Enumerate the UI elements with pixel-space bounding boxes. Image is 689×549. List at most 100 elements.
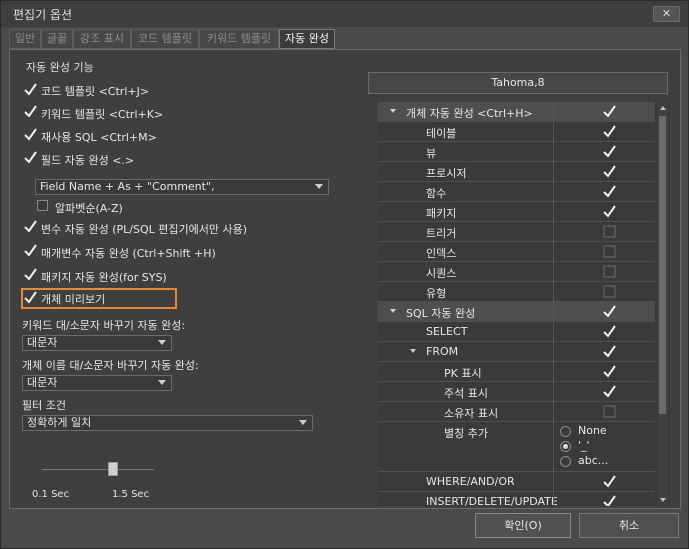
- scroll-up-icon[interactable]: [660, 106, 666, 110]
- tab-autocomplete[interactable]: 자동 완성: [279, 29, 335, 49]
- reuse-sql-checkbox[interactable]: [24, 128, 37, 141]
- cancel-button[interactable]: 취소: [579, 513, 679, 538]
- object-preview-checkbox[interactable]: [24, 291, 37, 304]
- column-divider: [553, 302, 554, 322]
- column-divider: [553, 102, 554, 122]
- tree-row[interactable]: 인덱스: [378, 242, 655, 262]
- unchecked-checkbox[interactable]: [603, 225, 616, 238]
- alphabetical-checkbox[interactable]: [37, 200, 48, 211]
- object-case-select[interactable]: 대문자: [22, 375, 172, 391]
- checked-checkbox[interactable]: [603, 495, 616, 506]
- tree-scrollbar[interactable]: [658, 102, 668, 506]
- tree-row[interactable]: 주석 표시: [378, 382, 655, 402]
- expand-toggle-icon[interactable]: [390, 309, 396, 313]
- tree-row[interactable]: FROM: [378, 342, 655, 362]
- field-format-select[interactable]: Field Name + As + "Comment",: [35, 179, 329, 195]
- close-button[interactable]: ✕: [653, 6, 680, 22]
- expand-toggle-icon[interactable]: [410, 349, 416, 353]
- checked-checkbox[interactable]: [603, 125, 616, 138]
- tree-row[interactable]: 개체 자동 완성 <Ctrl+H>: [378, 102, 655, 122]
- tree-row-label: 트리거: [426, 227, 457, 240]
- column-divider: [553, 262, 554, 282]
- group-title: 자동 완성 기능: [26, 61, 94, 74]
- tree-row[interactable]: 시퀀스: [378, 262, 655, 282]
- alias-radio-label: abc...: [578, 454, 609, 467]
- expand-toggle-icon[interactable]: [390, 109, 396, 113]
- tab-code-template[interactable]: 코드 템플릿: [131, 29, 199, 49]
- column-divider: [553, 422, 554, 472]
- unchecked-checkbox[interactable]: [603, 265, 616, 278]
- ok-button[interactable]: 확인(O): [475, 513, 571, 538]
- tree-row[interactable]: 테이블: [378, 122, 655, 142]
- column-divider: [553, 282, 554, 302]
- tree-row-label: 프로시저: [426, 167, 467, 180]
- alias-radio[interactable]: [560, 426, 571, 437]
- keyword-template-checkbox[interactable]: [24, 105, 37, 118]
- column-divider: [553, 472, 554, 492]
- tab-font[interactable]: 글꼴: [41, 29, 73, 49]
- column-divider: [553, 162, 554, 182]
- column-divider: [553, 402, 554, 422]
- unchecked-checkbox[interactable]: [603, 245, 616, 258]
- variable-autocomplete-label: 변수 자동 완성 (PL/SQL 편집기에서만 사용): [41, 223, 247, 236]
- code-template-checkbox[interactable]: [24, 83, 37, 96]
- tab-highlight[interactable]: 강조 표시: [73, 29, 131, 49]
- tree-row[interactable]: 프로시저: [378, 162, 655, 182]
- tree-row-label: 주석 표시: [444, 387, 488, 400]
- column-divider: [553, 122, 554, 142]
- tree-row[interactable]: 유형: [378, 282, 655, 302]
- reuse-sql-label: 재사용 SQL <Ctrl+M>: [41, 131, 157, 144]
- alias-radio-label: None: [578, 424, 607, 437]
- alphabetical-label: 알파벳순(A-Z): [55, 202, 123, 215]
- package-autocomplete-checkbox[interactable]: [24, 268, 37, 281]
- column-divider: [553, 242, 554, 262]
- checked-checkbox[interactable]: [603, 185, 616, 198]
- tree-row[interactable]: 함수: [378, 182, 655, 202]
- filter-select[interactable]: 정확하게 일치: [22, 415, 313, 431]
- alias-radio[interactable]: [560, 456, 571, 467]
- unchecked-checkbox[interactable]: [603, 405, 616, 418]
- tree-row[interactable]: WHERE/AND/OR: [378, 472, 655, 492]
- column-divider: [553, 492, 554, 506]
- checked-checkbox[interactable]: [603, 475, 616, 488]
- alias-radio[interactable]: [560, 441, 571, 452]
- scroll-thumb[interactable]: [659, 116, 666, 414]
- checked-checkbox[interactable]: [603, 205, 616, 218]
- checked-checkbox[interactable]: [603, 105, 616, 118]
- unchecked-checkbox[interactable]: [603, 285, 616, 298]
- tree-row[interactable]: 패키지: [378, 202, 655, 222]
- tree-row-label: 별칭 추가: [444, 427, 488, 440]
- checked-checkbox[interactable]: [603, 145, 616, 158]
- checked-checkbox[interactable]: [603, 365, 616, 378]
- tree-row[interactable]: 별칭 추가 None '_' abc...: [378, 422, 655, 472]
- checked-checkbox[interactable]: [603, 385, 616, 398]
- delay-slider-thumb[interactable]: [108, 462, 118, 476]
- tree-row[interactable]: SQL 자동 완성: [378, 302, 655, 322]
- column-divider: [553, 222, 554, 242]
- checked-checkbox[interactable]: [603, 305, 616, 318]
- scroll-down-icon[interactable]: [660, 498, 666, 502]
- tree-row[interactable]: INSERT/DELETE/UPDATE: [378, 492, 655, 506]
- column-divider: [553, 382, 554, 402]
- field-autocomplete-checkbox[interactable]: [24, 151, 37, 164]
- tree-row[interactable]: 뷰: [378, 142, 655, 162]
- variable-autocomplete-checkbox[interactable]: [24, 220, 37, 233]
- tree-row[interactable]: 트리거: [378, 222, 655, 242]
- tree-row-label: 인덱스: [426, 247, 457, 260]
- tab-general[interactable]: 일반: [9, 29, 41, 49]
- column-divider: [553, 342, 554, 362]
- tree-row[interactable]: 소유자 표시: [378, 402, 655, 422]
- column-divider: [553, 182, 554, 202]
- keyword-case-select[interactable]: 대문자: [22, 335, 172, 351]
- tab-keyword-template[interactable]: 키워드 템플릿: [199, 29, 279, 49]
- checked-checkbox[interactable]: [603, 165, 616, 178]
- tree-row[interactable]: SELECT: [378, 322, 655, 342]
- tree-row-label: 소유자 표시: [444, 407, 499, 420]
- checked-checkbox[interactable]: [603, 345, 616, 358]
- chevron-down-icon: [158, 340, 166, 345]
- font-button[interactable]: Tahoma,8: [368, 72, 668, 94]
- tree-row-label: INSERT/DELETE/UPDATE: [426, 495, 558, 506]
- parameter-autocomplete-checkbox[interactable]: [24, 244, 37, 257]
- tree-row[interactable]: PK 표시: [378, 362, 655, 382]
- checked-checkbox[interactable]: [603, 325, 616, 338]
